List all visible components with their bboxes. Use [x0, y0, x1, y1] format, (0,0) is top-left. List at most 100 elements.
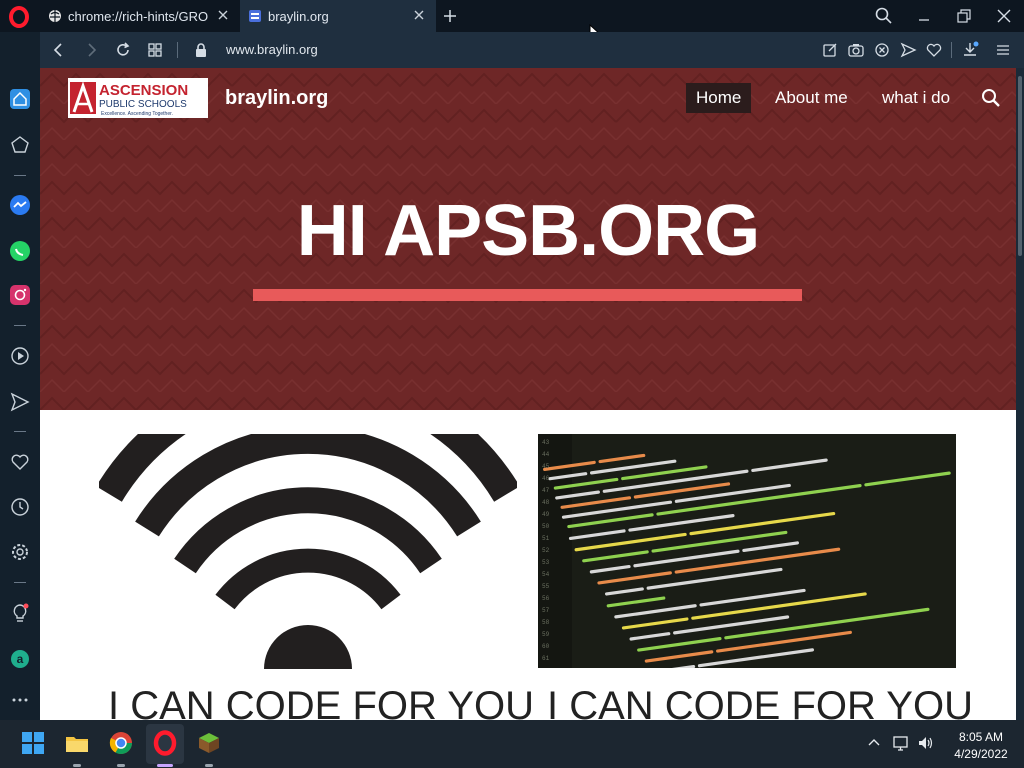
site-search-icon[interactable] [981, 88, 1001, 108]
pinboards-icon[interactable] [9, 134, 31, 156]
back-icon[interactable] [50, 41, 68, 59]
restore-icon[interactable] [954, 6, 974, 26]
running-indicator [205, 764, 213, 767]
whatsapp-icon[interactable] [9, 240, 31, 262]
minimize-icon[interactable] [914, 6, 934, 26]
hero-underline [253, 289, 802, 301]
svg-text:54: 54 [542, 571, 550, 578]
tab-search-icon[interactable] [874, 6, 894, 26]
heart-icon[interactable] [925, 41, 943, 59]
adblock-icon[interactable] [873, 41, 891, 59]
hero-title: HI APSB.ORG [296, 191, 760, 271]
easy-menu-icon[interactable] [994, 41, 1012, 59]
svg-text:59: 59 [542, 631, 550, 638]
svg-text:43: 43 [542, 439, 550, 446]
volume-icon[interactable] [917, 734, 935, 752]
svg-text:49: 49 [542, 511, 550, 518]
easy-setup-icon[interactable] [821, 41, 839, 59]
school-logo-image: ASCENSION PUBLIC SCHOOLS Excellence. Asc… [70, 81, 188, 117]
svg-text:47: 47 [542, 487, 550, 494]
globe-icon [49, 10, 61, 22]
tab-chrome-rich-hints[interactable]: chrome://rich-hints/GROW [40, 0, 240, 32]
card-title: I CAN CODE FOR YOU [547, 684, 973, 720]
clock-date[interactable]: 4/29/2022 [948, 747, 1014, 761]
close-window-icon[interactable] [994, 6, 1014, 26]
download-icon[interactable] [961, 41, 979, 59]
my-flow-icon[interactable] [9, 391, 31, 413]
nav-about-me[interactable]: About me [765, 83, 858, 113]
url-field[interactable]: www.braylin.org [226, 42, 318, 57]
send-icon[interactable] [899, 41, 917, 59]
running-indicator [73, 764, 81, 767]
forward-icon[interactable] [82, 41, 100, 59]
more-icon[interactable] [9, 689, 31, 711]
home-icon[interactable] [9, 88, 31, 110]
svg-text:52: 52 [542, 547, 550, 554]
toolbar-divider [951, 42, 952, 58]
nav-home[interactable]: Home [686, 83, 752, 113]
scrollbar-thumb[interactable] [1018, 76, 1022, 256]
close-tab-icon[interactable] [412, 8, 426, 22]
tab-grid-icon[interactable] [146, 41, 164, 59]
svg-text:44: 44 [542, 451, 550, 458]
sidebar-divider [14, 431, 26, 432]
reload-icon[interactable] [114, 41, 132, 59]
svg-text:45: 45 [542, 463, 550, 470]
svg-text:55: 55 [542, 583, 550, 590]
messenger-icon[interactable] [9, 194, 31, 216]
svg-text:51: 51 [542, 535, 550, 542]
site-favicon-icon [249, 10, 261, 22]
svg-text:61: 61 [542, 655, 550, 662]
new-tab-icon[interactable] [440, 6, 460, 26]
svg-text:a: a [17, 652, 24, 666]
logo-line2: PUBLIC SCHOOLS [99, 99, 187, 110]
clock-time[interactable]: 8:05 AM [948, 730, 1014, 744]
instagram-icon[interactable] [9, 284, 31, 306]
site-name[interactable]: braylin.org [225, 87, 328, 110]
wifi-icon [99, 434, 517, 669]
tab-strip: chrome://rich-hints/GROW braylin.org [0, 0, 1024, 44]
nav-what-i-do[interactable]: what i do [872, 83, 960, 113]
address-bar: www.braylin.org [40, 32, 1024, 68]
svg-text:46: 46 [542, 475, 550, 482]
svg-text:53: 53 [542, 559, 550, 566]
opera-menu-icon[interactable] [8, 6, 30, 28]
school-logo[interactable]: ASCENSION PUBLIC SCHOOLS Excellence. Asc… [68, 78, 208, 118]
card-title: I CAN CODE FOR YOU [108, 684, 534, 720]
camera-icon[interactable] [847, 41, 865, 59]
file-explorer-icon[interactable] [64, 730, 90, 756]
logo-tagline: Excellence. Ascending Together. [101, 111, 173, 117]
active-indicator [157, 764, 173, 767]
page-scrollbar[interactable] [1016, 68, 1024, 720]
sidebar-divider [14, 175, 26, 176]
running-indicator [117, 764, 125, 767]
lock-icon[interactable] [192, 41, 210, 59]
history-clock-icon[interactable] [9, 496, 31, 518]
windows-start-icon[interactable] [20, 730, 46, 756]
player-icon[interactable] [9, 345, 31, 367]
network-icon[interactable] [892, 734, 910, 752]
svg-text:60: 60 [542, 643, 550, 650]
svg-text:48: 48 [542, 499, 550, 506]
hero-section: ASCENSION PUBLIC SCHOOLS Excellence. Asc… [40, 68, 1016, 410]
toolbar-divider [177, 42, 178, 58]
svg-text:57: 57 [542, 607, 550, 614]
minecraft-icon[interactable] [196, 730, 222, 756]
tab-braylin[interactable]: braylin.org [240, 0, 436, 32]
close-tab-icon[interactable] [216, 8, 230, 22]
bookmarks-heart-icon[interactable] [9, 451, 31, 473]
show-hidden-icons-icon[interactable] [865, 734, 883, 752]
tab-title: braylin.org [268, 8, 329, 24]
tab-title: chrome://rich-hints/GROW [68, 8, 208, 24]
taskbar: 8:05 AM 4/29/2022 [0, 720, 1024, 768]
opera-taskbar-icon[interactable] [152, 730, 178, 756]
chrome-icon[interactable] [108, 730, 134, 756]
logo-line1: ASCENSION [99, 82, 188, 99]
lightbulb-icon[interactable] [9, 602, 31, 624]
settings-gear-icon[interactable] [9, 541, 31, 563]
svg-text:56: 56 [542, 595, 550, 602]
code-screenshot-image: 43 44 45 46 47 48 49 50 51 52 53 54 55 56 57 58 59 6… [538, 434, 956, 668]
amazon-icon[interactable]: a [9, 648, 31, 670]
svg-text:58: 58 [542, 619, 550, 626]
sidebar: a [0, 32, 40, 720]
